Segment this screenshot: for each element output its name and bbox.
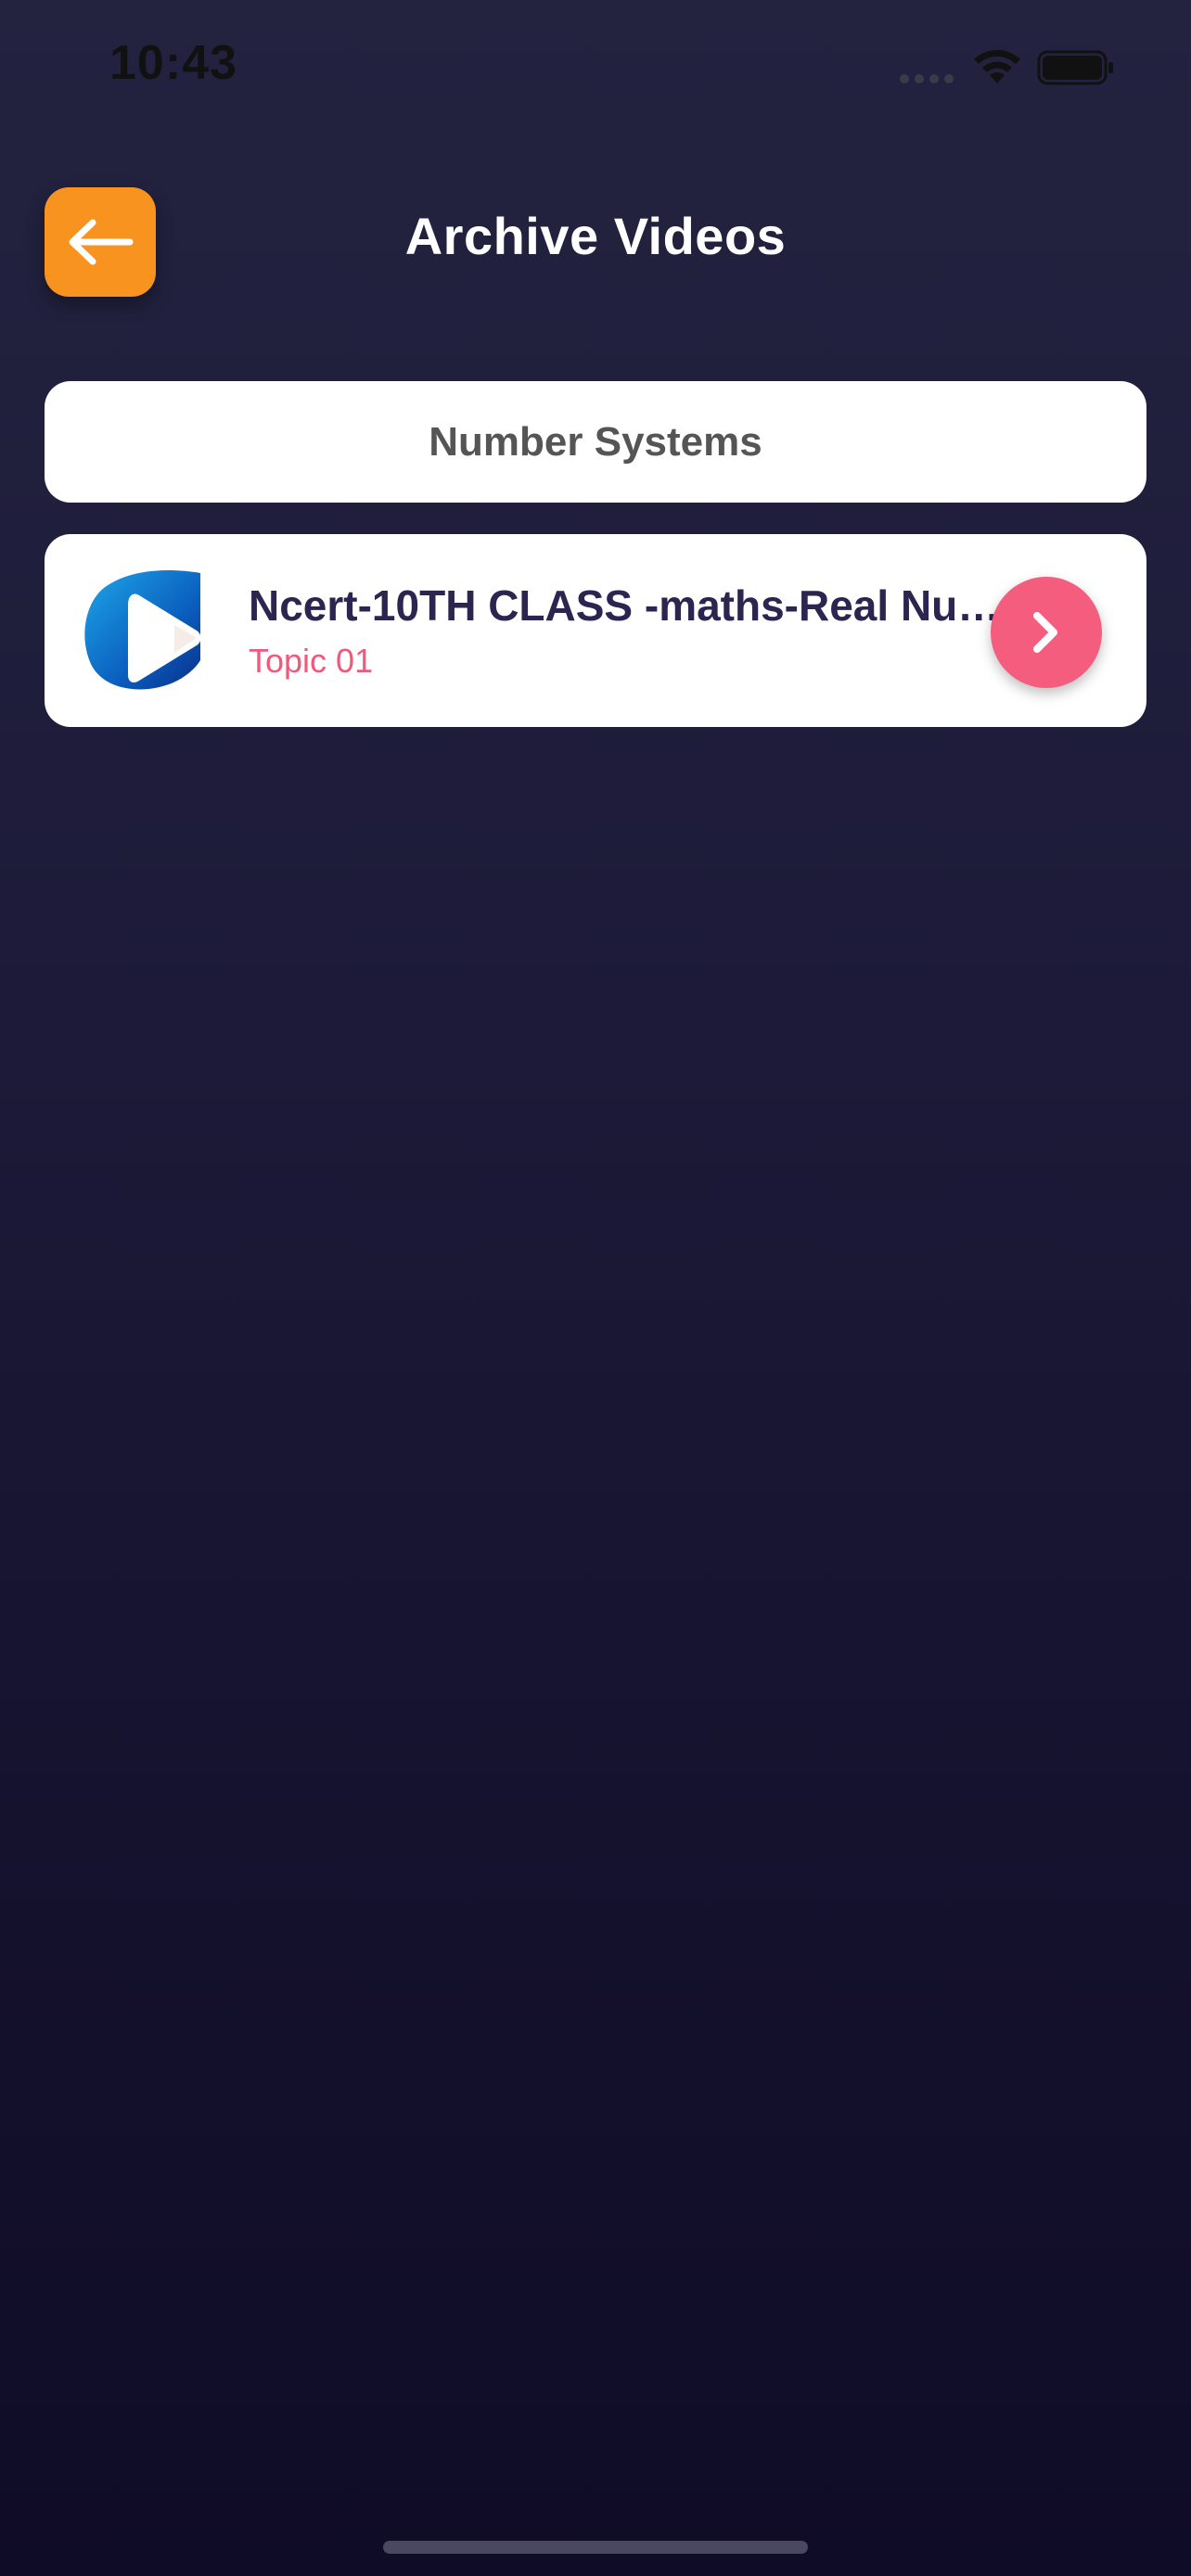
subject-label: Number Systems bbox=[429, 418, 762, 465]
video-list-item[interactable]: Ncert-10TH CLASS -maths-Real Numbers Top… bbox=[45, 534, 1146, 727]
video-topic: Topic 01 bbox=[249, 642, 374, 680]
wifi-icon bbox=[974, 49, 1020, 83]
video-title: Ncert-10TH CLASS -maths-Real Numbers bbox=[249, 581, 1037, 630]
chevron-right-icon bbox=[1033, 612, 1057, 653]
cellular-signal-icon bbox=[900, 74, 959, 83]
status-time: 10:43 bbox=[109, 36, 237, 90]
open-video-button[interactable] bbox=[991, 577, 1102, 688]
page-title: Archive Videos bbox=[404, 207, 787, 265]
subject-header: Number Systems bbox=[45, 381, 1146, 503]
battery-icon bbox=[1037, 50, 1113, 85]
status-bar: 10:43 bbox=[0, 0, 1191, 139]
play-logo-icon bbox=[84, 570, 201, 690]
home-indicator[interactable] bbox=[383, 2541, 808, 2554]
